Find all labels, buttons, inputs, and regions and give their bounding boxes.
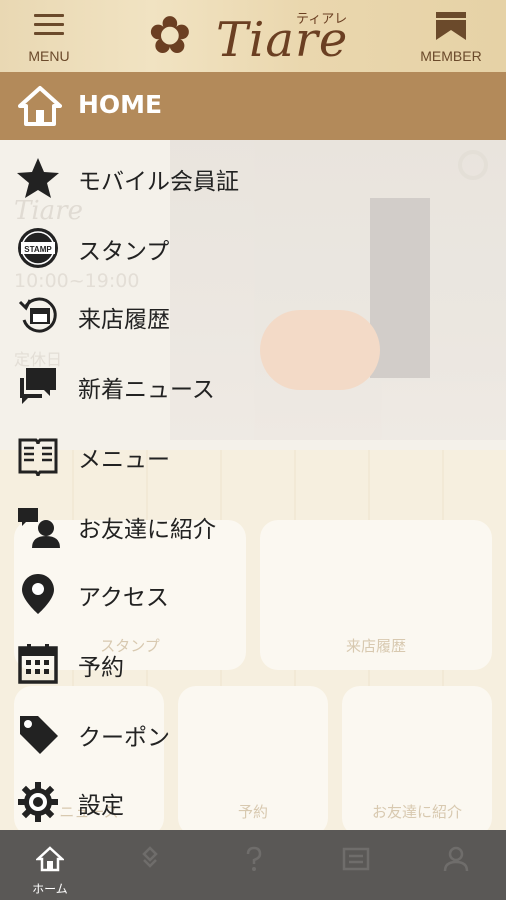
person-icon [443,846,469,872]
visit-history-icon [18,297,57,333]
drawer-item-label: お友達に紹介 [78,517,216,543]
drawer-item-label: スタンプ [78,239,170,265]
drawer-home-label: HOME [78,90,163,119]
drawer-item-visit-history[interactable]: 来店履歴 [0,284,300,346]
tag-icon [20,716,58,754]
drawer-item-label: アクセス [78,585,169,611]
bookmark-icon [436,12,466,40]
book-icon [18,438,58,477]
drawer-item-label: クーポン [78,725,170,751]
calendar-icon [18,644,58,684]
location-pin-icon [22,574,54,614]
drawer-item-menu[interactable]: メニュー [0,424,300,486]
flower-icon: ✿ [148,6,192,66]
stamp-icon: STAMP [18,228,58,268]
drawer-item-friend-refer[interactable]: お友達に紹介 [0,494,300,556]
drawer-item-reserve[interactable]: 予約 [0,632,300,694]
svg-text:STAMP: STAMP [24,245,52,254]
drawer-item-coupon[interactable]: クーポン [0,702,300,764]
stamp-icon [142,846,158,868]
menu-label: MENU [28,48,70,64]
drawer-item-label: 新着ニュース [78,377,215,403]
drawer-item-label: 予約 [78,655,124,681]
tab-stamp[interactable] [100,830,200,900]
app-header: MENU ✿ Tiare ティアレ MEMBER [0,0,506,72]
logo: ✿ Tiare ティアレ [148,6,368,70]
friend-refer-icon [18,508,60,548]
drawer-item-settings[interactable]: 設定 [0,770,300,832]
drawer-item-label: モバイル会員証 [78,169,239,195]
home-icon [36,846,64,872]
menu-icon [342,847,370,871]
drawer-item-news[interactable]: 新着ニュース [0,354,300,416]
side-drawer: HOME モバイル会員証 STAMP スタンプ 来店履歴 新着ニュース メニュー… [0,72,506,830]
drawer-item-label: 設定 [78,793,124,819]
bottom-tab-bar: ホーム [0,830,506,900]
member-label: MEMBER [420,48,482,64]
member-button[interactable]: MEMBER [406,0,496,72]
gear-icon [18,782,58,822]
news-chat-icon [20,368,56,404]
tab-menu[interactable] [306,830,406,900]
logo-ruby: ティアレ [296,12,348,27]
drawer-item-stamp[interactable]: STAMP スタンプ [0,216,300,278]
tab-label: ホーム [32,882,68,896]
menu-button[interactable]: MENU [14,0,84,72]
drawer-item-label: 来店履歴 [78,307,170,333]
drawer-item-mobile-card[interactable]: モバイル会員証 [0,146,300,208]
help-icon [246,846,262,871]
star-icon [17,158,59,198]
hamburger-icon [34,14,64,41]
drawer-item-access[interactable]: アクセス [0,562,300,624]
drawer-item-label: メニュー [78,447,170,473]
tab-person[interactable] [406,830,506,900]
tab-help[interactable] [204,830,304,900]
drawer-item-home[interactable]: HOME [0,72,506,140]
tab-home[interactable]: ホーム [0,830,100,900]
home-icon [18,86,62,126]
